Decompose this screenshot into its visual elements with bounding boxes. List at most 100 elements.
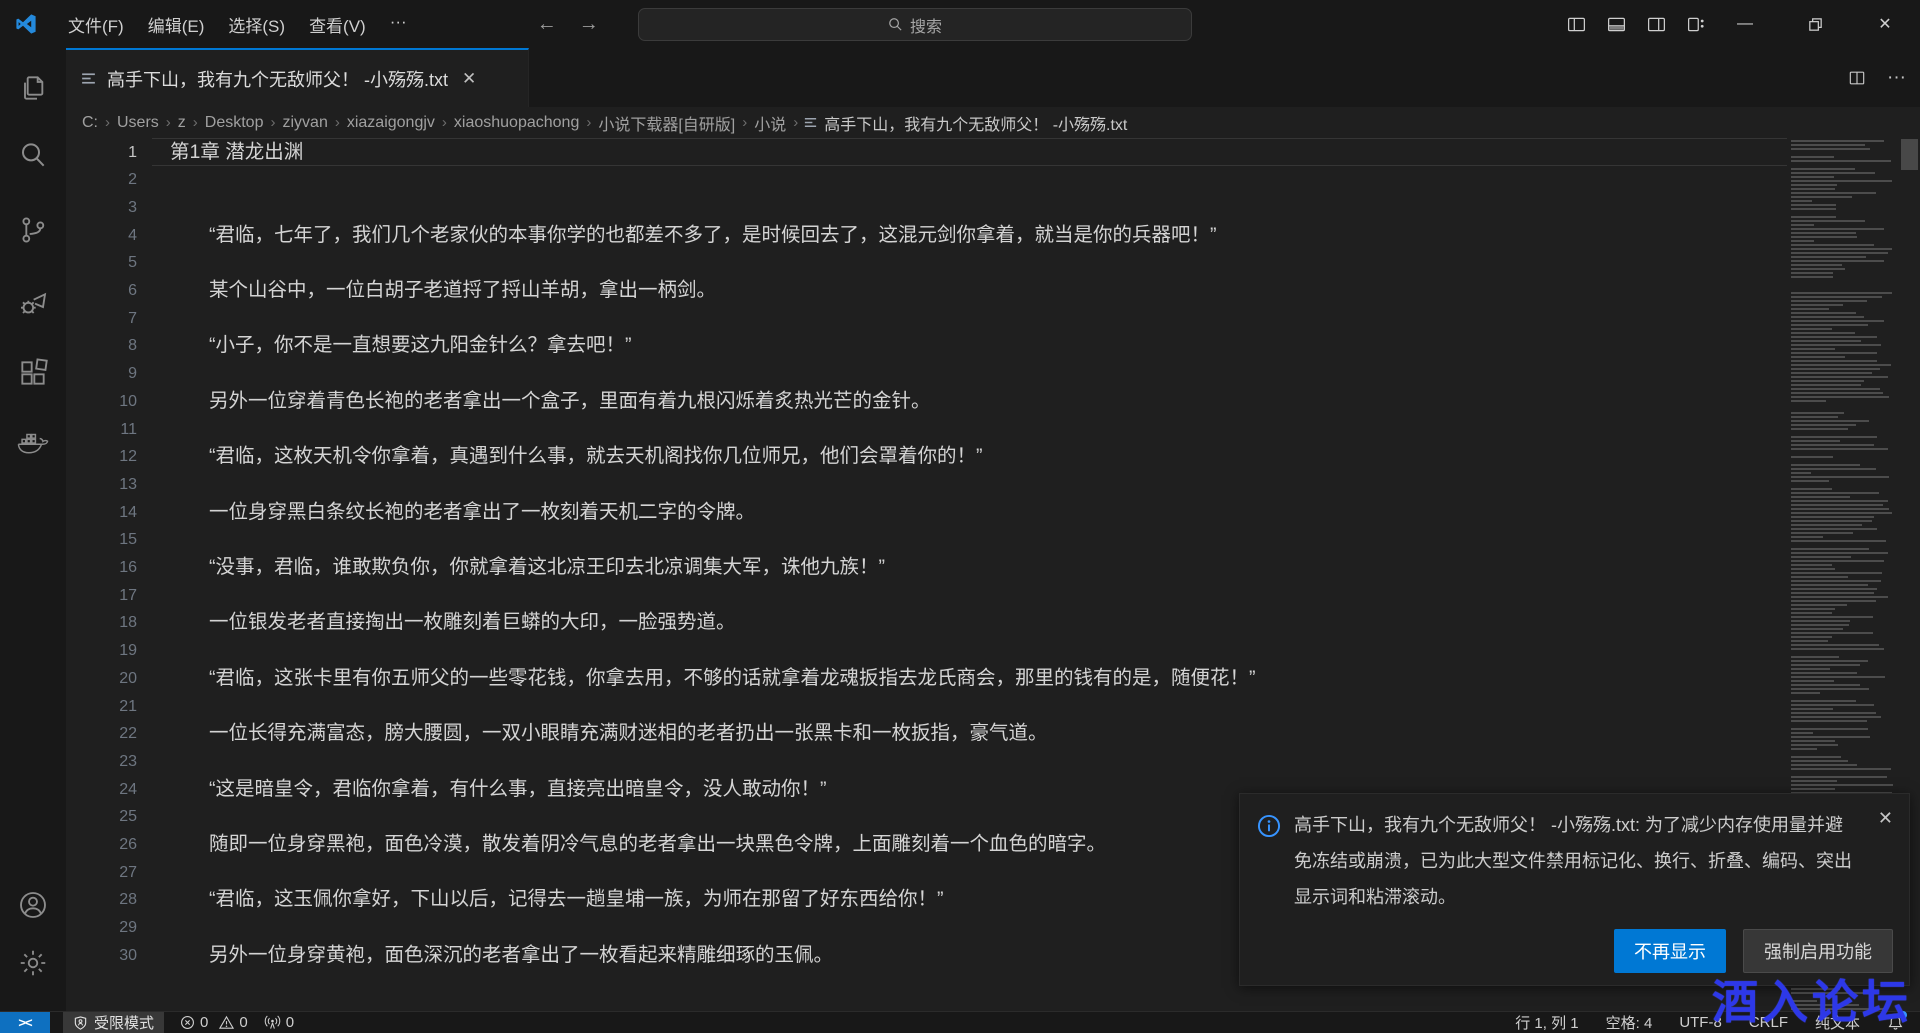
nav-back-button[interactable]: ← bbox=[537, 13, 557, 36]
problems-indicator[interactable]: 0 0 bbox=[180, 1014, 248, 1031]
broadcast-icon bbox=[264, 1015, 281, 1030]
line-number: 15 bbox=[66, 526, 137, 554]
breadcrumb-item[interactable]: Desktop bbox=[203, 114, 266, 132]
minimap-line bbox=[1791, 228, 1884, 230]
editor-line-11[interactable]: 11 bbox=[66, 416, 1787, 444]
minimap-line bbox=[1791, 444, 1874, 446]
editor-line-18[interactable]: 18 一位银发老者直接掏出一枚雕刻着巨蟒的大印，一脸强势道。 bbox=[66, 609, 1787, 637]
editor-line-19[interactable]: 19 bbox=[66, 637, 1787, 665]
editor-line-1[interactable]: 1第1章 潜龙出渊 bbox=[66, 139, 1787, 167]
notification-close-icon[interactable]: ✕ bbox=[1878, 808, 1893, 829]
minimap-line bbox=[1791, 352, 1877, 354]
breadcrumb-file[interactable]: 高手下山，我有九个无敌师父！ -小殇殇.txt bbox=[803, 111, 1127, 135]
editor-line-14[interactable]: 14 一位身穿黑白条纹长袍的老者拿出了一枚刻着天机二字的令牌。 bbox=[66, 499, 1787, 527]
search-view-icon[interactable] bbox=[0, 129, 66, 181]
minimap-line bbox=[1791, 720, 1867, 722]
minimap-line bbox=[1791, 472, 1811, 474]
breadcrumb-item[interactable]: C: bbox=[80, 114, 100, 132]
editor-line-21[interactable]: 21 bbox=[66, 693, 1787, 721]
command-center-search[interactable]: 搜索 bbox=[638, 8, 1192, 41]
minimap-line bbox=[1791, 708, 1833, 710]
restore-button[interactable] bbox=[1780, 0, 1850, 48]
editor-line-17[interactable]: 17 bbox=[66, 582, 1787, 610]
minimap-line bbox=[1791, 608, 1835, 610]
minimap-line bbox=[1791, 196, 1852, 198]
editor-line-2[interactable]: 2 bbox=[66, 166, 1787, 194]
run-debug-icon[interactable] bbox=[0, 277, 66, 329]
split-editor-icon[interactable] bbox=[1847, 68, 1867, 88]
editor-line-15[interactable]: 15 bbox=[66, 526, 1787, 554]
toggle-secondary-sidebar-icon[interactable] bbox=[1646, 14, 1667, 35]
breadcrumb-item[interactable]: 小说下载器[自研版] bbox=[596, 111, 737, 135]
minimap-line bbox=[1791, 592, 1874, 594]
extensions-icon[interactable] bbox=[0, 347, 66, 399]
minimap-line bbox=[1791, 532, 1853, 534]
minimize-button[interactable]: — bbox=[1710, 0, 1780, 48]
menu-item-0[interactable]: 文件(F) bbox=[56, 8, 136, 41]
editor-line-5[interactable]: 5 bbox=[66, 249, 1787, 277]
editor-line-12[interactable]: 12 “君临，这枚天机令你拿着，真遇到什么事，就去天机阁找你几位师兄，他们会罩着… bbox=[66, 443, 1787, 471]
minimap-line bbox=[1791, 392, 1883, 394]
minimap-line bbox=[1791, 420, 1869, 422]
line-number: 4 bbox=[66, 222, 137, 250]
minimap-line bbox=[1791, 548, 1869, 550]
breadcrumb-item[interactable]: xiazaigongjv bbox=[345, 114, 437, 132]
toggle-panel-icon[interactable] bbox=[1606, 14, 1627, 35]
explorer-icon[interactable] bbox=[0, 62, 66, 114]
menu-item-2[interactable]: 选择(S) bbox=[216, 8, 297, 41]
editor-more-actions-icon[interactable]: ··· bbox=[1887, 67, 1906, 89]
minimap-line bbox=[1791, 336, 1877, 338]
line-number: 3 bbox=[66, 194, 137, 222]
editor-line-23[interactable]: 23 bbox=[66, 748, 1787, 776]
code-text: 一位银发老者直接掏出一枚雕刻着巨蟒的大印，一脸强势道。 bbox=[170, 609, 736, 637]
minimap-line bbox=[1791, 668, 1830, 670]
breadcrumb-item[interactable]: xiaoshuopachong bbox=[452, 114, 581, 132]
scrollbar-slider[interactable] bbox=[1901, 139, 1918, 170]
minimap-line bbox=[1791, 256, 1866, 258]
dont-show-again-button[interactable]: 不再显示 bbox=[1614, 929, 1726, 973]
line-number: 14 bbox=[66, 499, 137, 527]
menu-more-icon[interactable]: ··· bbox=[378, 8, 419, 41]
editor-line-8[interactable]: 8 “小子，你不是一直想要这九阳金针么？拿去吧！” bbox=[66, 332, 1787, 360]
editor-line-4[interactable]: 4 “君临，七年了，我们几个老家伙的本事你学的也都差不多了，是时候回去了，这混元… bbox=[66, 222, 1787, 250]
menu-item-1[interactable]: 编辑(E) bbox=[136, 8, 217, 41]
editor-line-13[interactable]: 13 bbox=[66, 471, 1787, 499]
breadcrumb-item[interactable]: 小说 bbox=[752, 111, 788, 135]
source-control-icon[interactable] bbox=[0, 204, 66, 256]
customize-layout-icon[interactable] bbox=[1686, 14, 1707, 35]
editor-line-7[interactable]: 7 bbox=[66, 305, 1787, 333]
toggle-sidebar-icon[interactable] bbox=[1566, 14, 1587, 35]
info-icon bbox=[1256, 813, 1282, 839]
minimap-line bbox=[1791, 260, 1884, 262]
tab-close-icon[interactable]: ✕ bbox=[462, 69, 476, 89]
editor-line-6[interactable]: 6 某个山谷中，一位白胡子老道捋了捋山羊胡，拿出一柄剑。 bbox=[66, 277, 1787, 305]
feedback-indicator[interactable]: 0 bbox=[264, 1014, 294, 1031]
close-window-button[interactable]: ✕ bbox=[1850, 0, 1920, 48]
minimap-line bbox=[1791, 584, 1868, 586]
minimap-line bbox=[1791, 568, 1835, 570]
nav-forward-button[interactable]: → bbox=[579, 13, 599, 36]
restricted-mode-badge[interactable]: 受限模式 bbox=[63, 1012, 164, 1033]
minimap-line bbox=[1791, 612, 1832, 614]
tab-novel-file[interactable]: 高手下山，我有九个无敌师父！ -小殇殇.txt ✕ bbox=[66, 48, 529, 107]
editor-line-16[interactable]: 16 “没事，君临，谁敢欺负你，你就拿着这北凉王印去北凉调集大军，诛他九族！” bbox=[66, 554, 1787, 582]
code-text: 一位身穿黑白条纹长袍的老者拿出了一枚刻着天机二字的令牌。 bbox=[170, 499, 755, 527]
code-text: “这是暗皇令，君临你拿着，有什么事，直接亮出暗皇令，没人敢动你！” bbox=[170, 776, 827, 804]
editor-line-20[interactable]: 20 “君临，这张卡里有你五师父的一些零花钱，你拿去用，不够的话就拿着龙魂扳指去… bbox=[66, 665, 1787, 693]
accounts-icon[interactable] bbox=[0, 879, 66, 931]
cursor-position[interactable]: 行 1, 列 1 bbox=[1515, 1012, 1578, 1033]
editor-line-10[interactable]: 10 另外一位穿着青色长袍的老者拿出一个盒子，里面有着九根闪烁着炙热光芒的金针。 bbox=[66, 388, 1787, 416]
breadcrumb-item[interactable]: Users bbox=[115, 114, 161, 132]
editor-line-3[interactable]: 3 bbox=[66, 194, 1787, 222]
minimap-line bbox=[1791, 508, 1889, 510]
menu-item-3[interactable]: 查看(V) bbox=[297, 8, 378, 41]
editor-line-22[interactable]: 22 一位长得充满富态，膀大腰圆，一双小眼睛充满财迷相的老者扔出一张黑卡和一枚扳… bbox=[66, 720, 1787, 748]
breadcrumb-item[interactable]: ziyvan bbox=[280, 114, 329, 132]
breadcrumb-item[interactable]: z bbox=[176, 114, 188, 132]
editor-line-9[interactable]: 9 bbox=[66, 360, 1787, 388]
warning-icon bbox=[219, 1015, 234, 1030]
indent-setting[interactable]: 空格: 4 bbox=[1606, 1012, 1653, 1033]
remote-indicator[interactable]: >< bbox=[0, 1012, 50, 1033]
settings-gear-icon[interactable] bbox=[0, 937, 66, 989]
docker-icon[interactable] bbox=[0, 417, 66, 469]
